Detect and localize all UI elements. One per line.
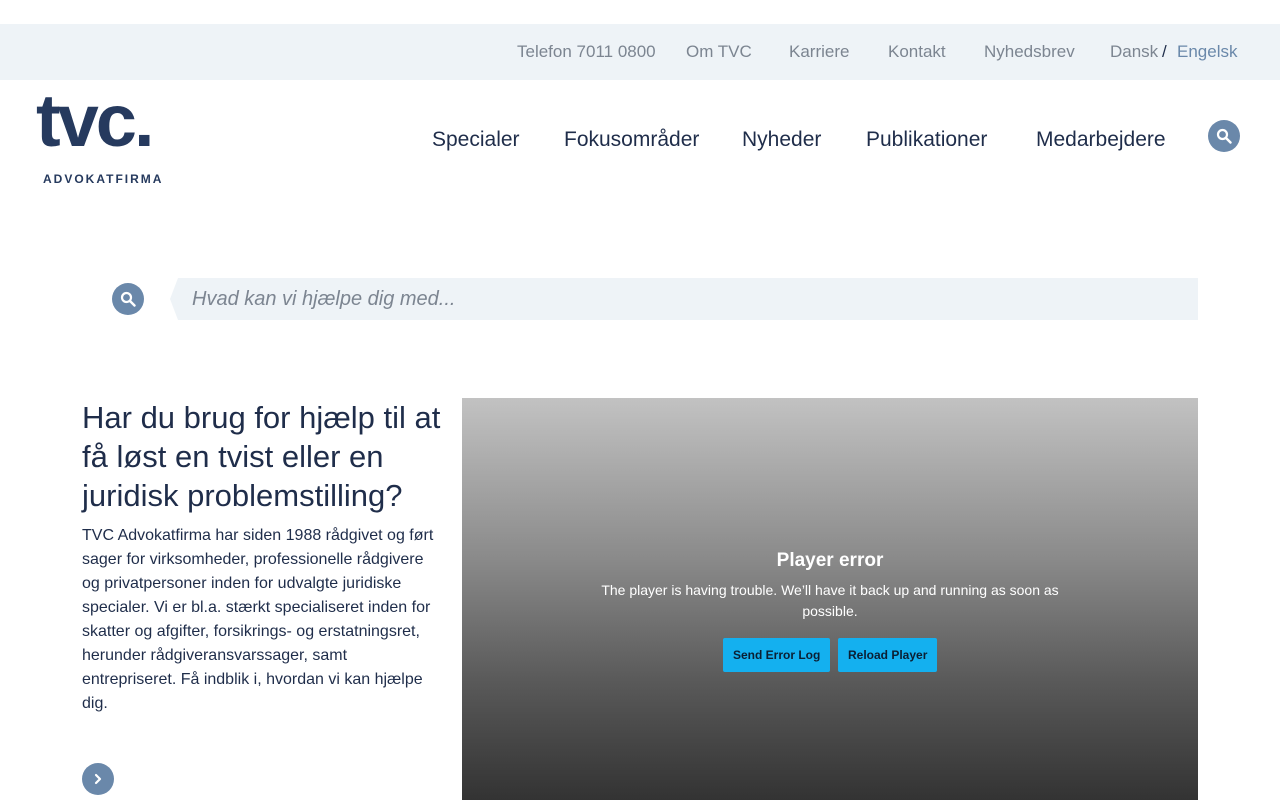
nav-item-publikationer[interactable]: Publikationer [866, 124, 987, 156]
utility-bar: Telefon 7011 0800 Om TVC Karriere Kontak… [0, 24, 1280, 80]
search-icon [120, 291, 136, 307]
reload-player-button[interactable]: Reload Player [838, 638, 938, 672]
search-icon [1216, 128, 1232, 144]
nav-item-medarbejdere[interactable]: Medarbejdere [1036, 124, 1166, 156]
chevron-right-icon [94, 773, 102, 785]
send-error-log-button[interactable]: Send Error Log [723, 638, 831, 672]
language-english-link[interactable]: Engelsk [1177, 24, 1237, 80]
hero-text: TVC Advokatfirma har siden 1988 rådgivet… [82, 527, 434, 712]
header-search-button[interactable] [1208, 120, 1240, 152]
hero-title: Har du brug for hjælp til at få løst en … [82, 400, 441, 513]
player-error-message: The player is having trouble. We’ll have… [601, 582, 1059, 619]
language-danish-link[interactable]: Dansk [1110, 24, 1158, 80]
search-submit-button[interactable] [112, 283, 144, 315]
nav-item-specialer[interactable]: Specialer [432, 124, 520, 156]
read-more-button[interactable] [82, 763, 114, 795]
video-player[interactable]: Player error The player is having troubl… [462, 398, 1198, 800]
phone-link[interactable]: Telefon 7011 0800 [517, 24, 656, 80]
nav-item-nyheder[interactable]: Nyheder [742, 124, 821, 156]
logo-tagline: ADVOKATFIRMA [43, 172, 164, 186]
career-link[interactable]: Karriere [789, 24, 849, 80]
language-separator: / [1162, 42, 1167, 61]
contact-link[interactable]: Kontakt [888, 24, 946, 80]
newsletter-link[interactable]: Nyhedsbrev [984, 24, 1075, 80]
logo-wordmark: tvc. [36, 79, 155, 162]
about-link[interactable]: Om TVC [686, 24, 752, 80]
search-input[interactable] [170, 278, 1198, 320]
nav-item-fokusomrader[interactable]: Fokusområder [564, 124, 699, 156]
tvc-logo[interactable]: tvc. ADVOKATFIRMA [36, 84, 180, 188]
player-error-title: Player error [776, 550, 884, 571]
